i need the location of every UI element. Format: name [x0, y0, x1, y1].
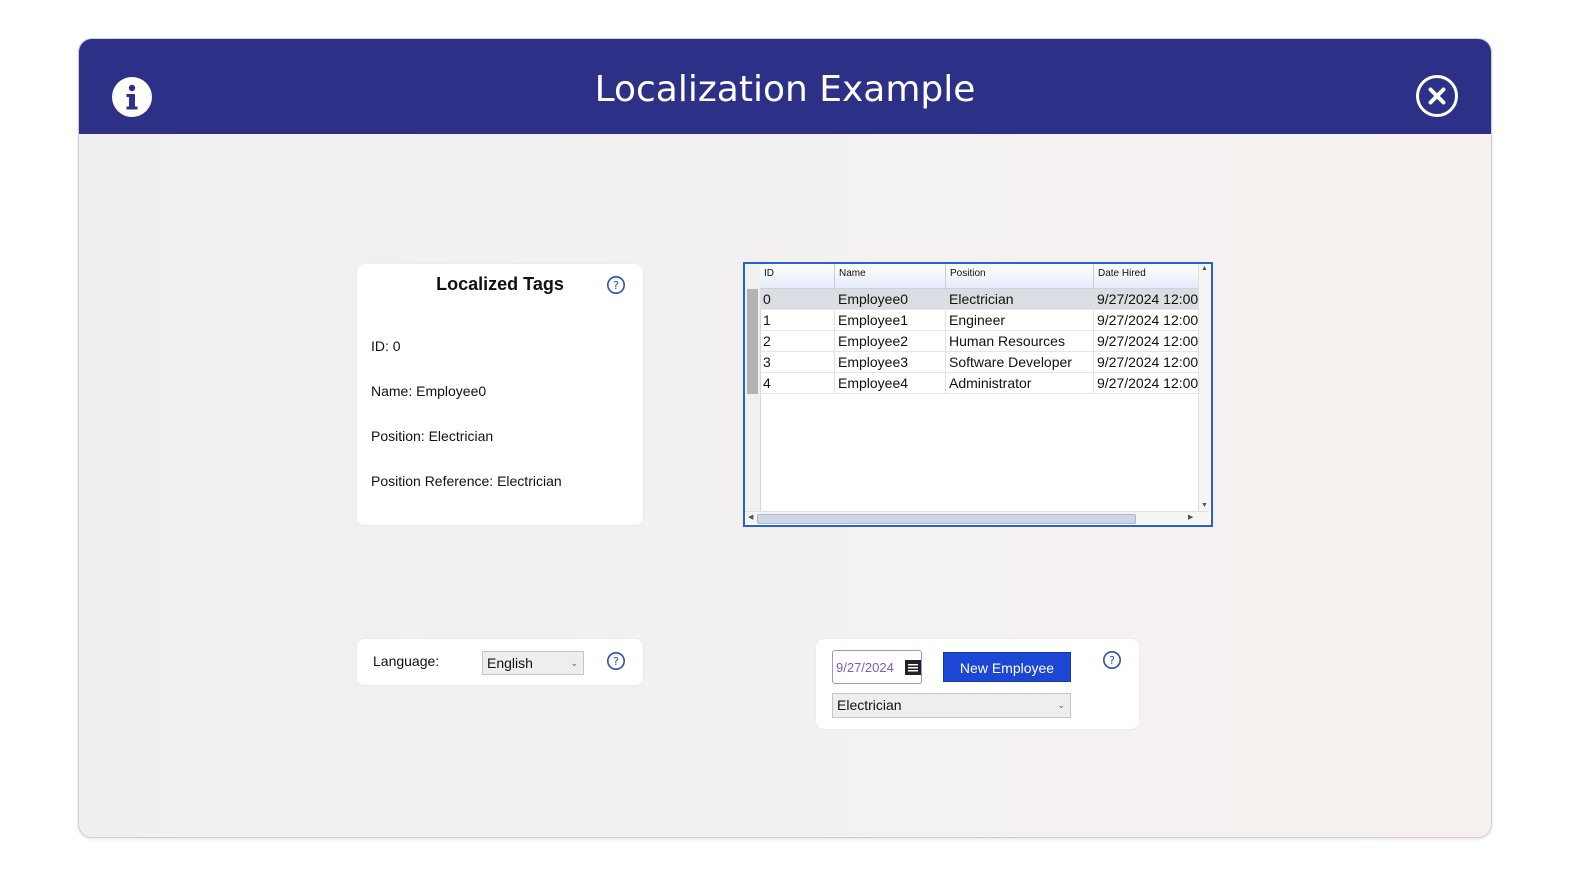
cell-name[interactable]: Employee0 — [835, 289, 946, 310]
window-title: Localization Example — [594, 69, 976, 110]
table-row[interactable]: 4 Employee4 Administrator 9/27/2024 12:0… — [745, 373, 1198, 394]
cell-date-hired[interactable]: 9/27/2024 12:00:00 AM — [1094, 331, 1198, 352]
calendar-icon[interactable] — [905, 660, 921, 675]
cell-date-hired[interactable]: 9/27/2024 12:00:00 AM — [1094, 289, 1198, 310]
cell-date-hired[interactable]: 9/27/2024 12:00:00 AM — [1094, 310, 1198, 331]
cell-date-hired[interactable]: 9/27/2024 12:00:00 AM — [1094, 352, 1198, 373]
scroll-right-arrow-icon[interactable]: ▶ — [1188, 514, 1193, 522]
help-icon[interactable]: ? — [606, 651, 626, 671]
horizontal-scrollbar[interactable]: ◀ ▶ — [745, 511, 1209, 524]
column-header-name[interactable]: Name — [835, 264, 946, 288]
column-header-id[interactable]: ID — [760, 264, 835, 288]
scroll-left-arrow-icon[interactable]: ◀ — [748, 514, 753, 522]
column-header-date-hired[interactable]: Date Hired — [1094, 264, 1198, 288]
row-header[interactable] — [747, 289, 758, 310]
row-header[interactable] — [747, 310, 758, 331]
cell-position[interactable]: Administrator — [946, 373, 1094, 394]
cell-position[interactable]: Electrician — [946, 289, 1094, 310]
new-employee-card: 9/27/2024 New Employee ? Electrician ⌄ — [816, 639, 1139, 729]
tag-position-reference-line: Position Reference: Electrician — [371, 473, 562, 489]
date-picker-value[interactable]: 9/27/2024 — [836, 660, 894, 675]
svg-text:?: ? — [613, 279, 619, 292]
row-header[interactable] — [747, 373, 758, 394]
app-window: Localization Example Localized Tags ? ID… — [78, 38, 1492, 838]
horizontal-scroll-thumb[interactable] — [757, 514, 1136, 524]
employee-data-grid[interactable]: ID Name Position Date Hired 0 Employee0 … — [743, 262, 1213, 527]
table-row[interactable]: 0 Employee0 Electrician 9/27/2024 12:00:… — [745, 289, 1198, 310]
svg-text:?: ? — [613, 655, 619, 668]
svg-text:?: ? — [1109, 654, 1115, 667]
cell-id[interactable]: 4 — [760, 373, 835, 394]
localized-tags-card: Localized Tags ? ID: 0 Name: Employee0 P… — [357, 264, 643, 525]
cell-position[interactable]: Software Developer — [946, 352, 1094, 373]
language-card: Language: English ⌄ ? — [357, 639, 643, 685]
cell-name[interactable]: Employee2 — [835, 331, 946, 352]
tag-id-line: ID: 0 — [371, 338, 401, 354]
localized-tags-title: Localized Tags — [436, 274, 564, 294]
cell-id[interactable]: 0 — [760, 289, 835, 310]
column-header-position[interactable]: Position — [946, 264, 1094, 288]
cell-id[interactable]: 1 — [760, 310, 835, 331]
language-selected-value: English — [487, 655, 533, 671]
vertical-scrollbar[interactable]: ▲ ▼ — [1198, 264, 1210, 512]
tag-position-line: Position: Electrician — [371, 428, 494, 444]
cell-position[interactable]: Engineer — [946, 310, 1094, 331]
row-header[interactable] — [747, 331, 758, 352]
help-icon[interactable]: ? — [606, 275, 626, 295]
help-icon[interactable]: ? — [1102, 650, 1122, 670]
cell-date-hired[interactable]: 9/27/2024 12:00:00 AM — [1094, 373, 1198, 394]
date-picker[interactable]: 9/27/2024 — [832, 650, 922, 684]
row-header[interactable] — [747, 352, 758, 373]
cell-name[interactable]: Employee1 — [835, 310, 946, 331]
position-select[interactable]: Electrician ⌄ — [832, 693, 1071, 718]
title-bar: Localization Example — [79, 39, 1491, 134]
cell-id[interactable]: 3 — [760, 352, 835, 373]
table-row[interactable]: 3 Employee3 Software Developer 9/27/2024… — [745, 352, 1198, 373]
scroll-up-arrow-icon[interactable]: ▲ — [1201, 265, 1208, 273]
grid-header-row: ID Name Position Date Hired — [760, 264, 1198, 289]
table-row[interactable]: 2 Employee2 Human Resources 9/27/2024 12… — [745, 331, 1198, 352]
new-employee-button[interactable]: New Employee — [943, 652, 1071, 682]
cell-position[interactable]: Human Resources — [946, 331, 1094, 352]
position-selected-value: Electrician — [837, 697, 902, 713]
chevron-down-icon: ⌄ — [570, 658, 578, 668]
table-row[interactable]: 1 Employee1 Engineer 9/27/2024 12:00:00 … — [745, 310, 1198, 331]
cell-id[interactable]: 2 — [760, 331, 835, 352]
language-label: Language: — [373, 653, 440, 669]
chevron-down-icon: ⌄ — [1057, 700, 1065, 710]
language-select[interactable]: English ⌄ — [482, 651, 584, 675]
cell-name[interactable]: Employee3 — [835, 352, 946, 373]
cell-name[interactable]: Employee4 — [835, 373, 946, 394]
tag-name-line: Name: Employee0 — [371, 383, 487, 399]
close-button[interactable] — [1415, 74, 1459, 118]
scroll-down-arrow-icon[interactable]: ▼ — [1201, 502, 1208, 510]
close-icon — [1416, 75, 1458, 117]
